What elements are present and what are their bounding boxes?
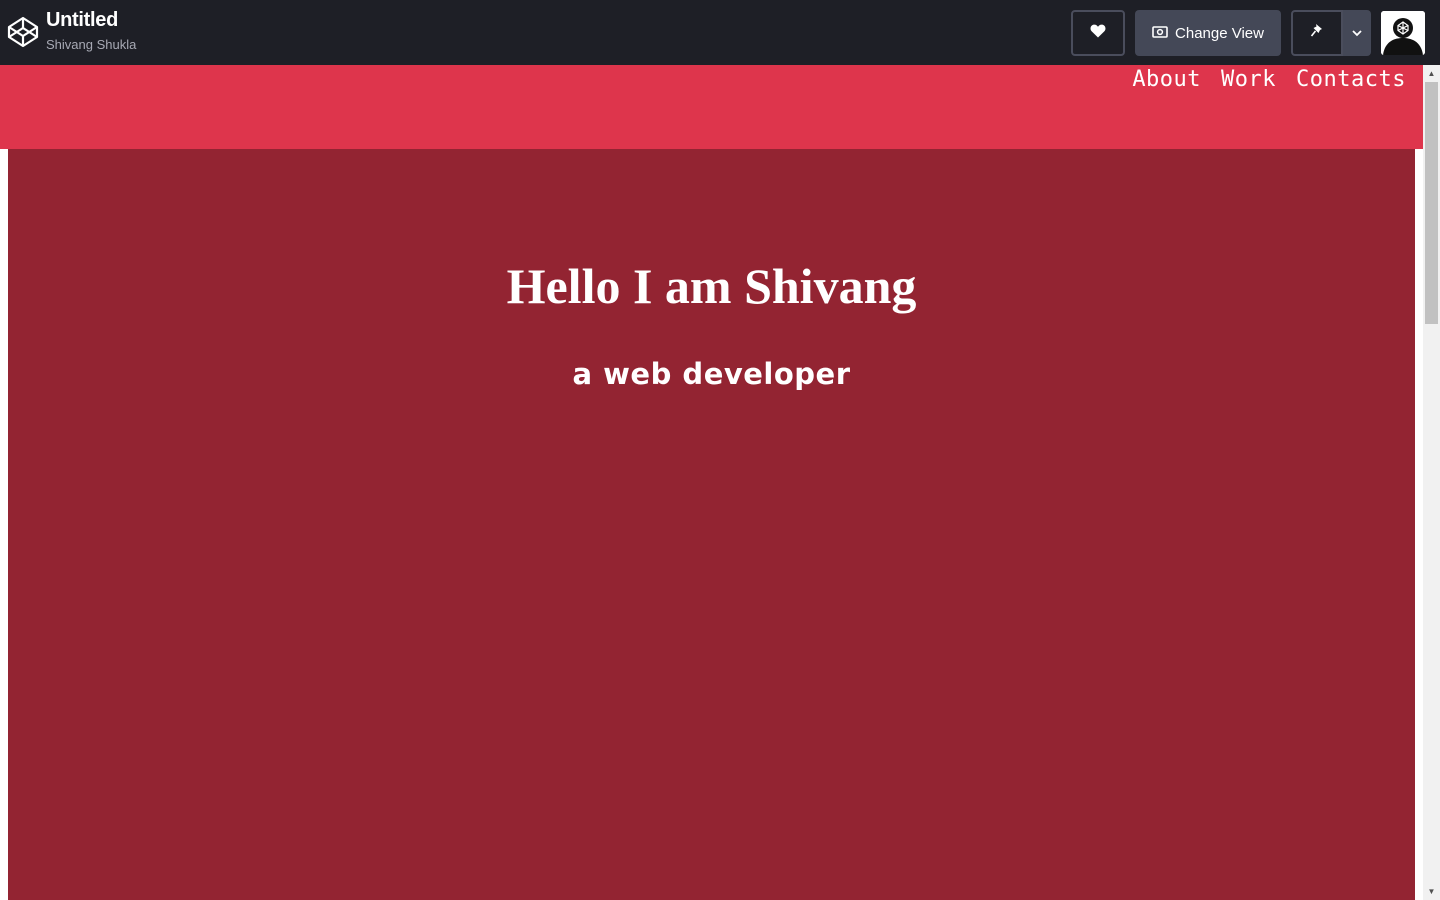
scroll-thumb[interactable] [1425, 82, 1438, 324]
pen-author[interactable]: Shivang Shukla [46, 37, 136, 52]
pin-dropdown-button[interactable] [1343, 10, 1371, 56]
scroll-up-icon[interactable]: ▲ [1423, 65, 1440, 82]
pin-button[interactable] [1291, 10, 1343, 56]
nav-links: About Work Contacts [1132, 67, 1406, 92]
pin-button-group [1291, 10, 1371, 56]
hero-section: Hello I am Shivang a web developer [8, 149, 1415, 900]
hero-subtitle: a web developer [572, 357, 851, 391]
like-button[interactable] [1071, 10, 1125, 56]
scroll-down-icon[interactable]: ▼ [1423, 883, 1440, 900]
change-view-label: Change View [1175, 24, 1264, 42]
nav-link-work[interactable]: Work [1221, 67, 1276, 92]
chevron-down-icon [1352, 24, 1362, 42]
codepen-logo-icon[interactable] [7, 16, 39, 48]
pin-icon [1310, 23, 1324, 44]
nav-link-contacts[interactable]: Contacts [1296, 67, 1406, 92]
hero-title: Hello I am Shivang [506, 258, 917, 314]
user-avatar[interactable] [1381, 11, 1425, 55]
pen-title[interactable]: Untitled [46, 9, 118, 32]
change-view-button[interactable]: Change View [1135, 10, 1281, 56]
editor-header: Untitled Shivang Shukla Change View [0, 0, 1440, 65]
eye-icon [1152, 25, 1168, 42]
nav-link-about[interactable]: About [1132, 67, 1201, 92]
heart-icon [1090, 24, 1106, 43]
site-navbar: About Work Contacts [0, 65, 1423, 149]
preview-frame: About Work Contacts Hello I am Shivang a… [0, 65, 1423, 900]
vertical-scrollbar[interactable]: ▲ ▼ [1423, 65, 1440, 900]
